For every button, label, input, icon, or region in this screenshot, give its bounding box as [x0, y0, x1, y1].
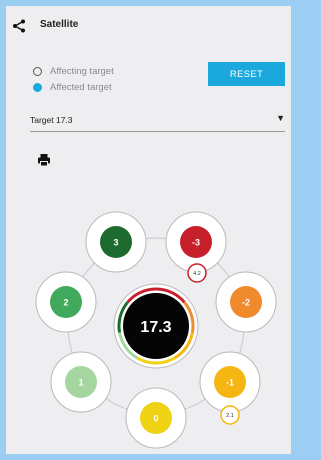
center-value: 17.3	[140, 319, 171, 336]
node-label: -1	[226, 378, 234, 388]
center-node[interactable]: 17.3	[113, 283, 199, 369]
satellite-node[interactable]: -2	[215, 271, 277, 333]
node-badge: 4.2	[187, 263, 207, 283]
badge-value: 4.2	[193, 271, 201, 277]
satellite-node[interactable]: -1	[199, 351, 261, 413]
node-label: 1	[78, 378, 83, 388]
node-label: -2	[242, 298, 250, 308]
satellite-node[interactable]: -3	[165, 211, 227, 273]
satellite-node[interactable]: 2	[35, 271, 97, 333]
node-label: 2	[63, 298, 68, 308]
node-label: -3	[192, 238, 200, 248]
satellite-node[interactable]: 1	[50, 351, 112, 413]
badge-value: 2.1	[226, 413, 234, 419]
satellite-node[interactable]: 3	[85, 211, 147, 273]
node-label: 0	[153, 414, 158, 424]
node-badge: 2.1	[220, 405, 240, 425]
satellite-wheel: 3 -3 4.2 2 -2 1 -1 2.1 0 17.3	[35, 211, 277, 449]
satellite-node[interactable]: 0	[125, 387, 187, 449]
node-label: 3	[113, 238, 118, 248]
app-panel: Satellite Affecting target Affected targ…	[6, 6, 291, 454]
